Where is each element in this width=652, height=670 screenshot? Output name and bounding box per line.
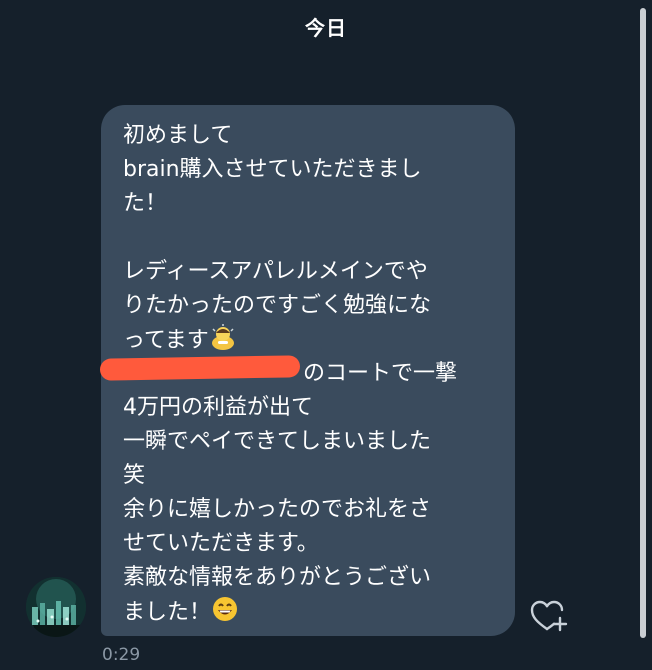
message-line: レディースアパレルメインでや (123, 259, 428, 284)
message-line-text: ました！ (123, 600, 212, 625)
message-line-with-emoji: ました！ (123, 595, 499, 629)
message-line: せていただきます。 (123, 531, 319, 556)
add-reaction-button[interactable] (529, 598, 569, 634)
avatar-image (26, 577, 86, 637)
message-line: 笑 (123, 463, 146, 488)
grinning-face-emoji (211, 595, 239, 634)
message-line: brain購入させていただきまし (123, 157, 422, 182)
message-line: 素敵な情報をありがとうござい (123, 565, 432, 590)
message-line-text: のコートで一撃 (303, 361, 458, 386)
heart-plus-icon (530, 600, 568, 632)
message-row: 初めまして brain購入させていただきまし た！ レディースアパレルメインでや… (0, 0, 652, 670)
message-line: 一瞬でペイできてしまいました (123, 429, 432, 454)
message-line: りたかったのですごく勉強にな (123, 293, 432, 318)
message-timestamp: 0:29 (102, 645, 141, 665)
message-line: 初めまして (123, 123, 233, 148)
dm-conversation-screen: 今日 初めまして brain購入させていただきまし た！ レディースアパレルメイ… (0, 0, 652, 670)
message-line-blank (123, 221, 499, 255)
message-line-with-emoji: ってます (123, 323, 499, 357)
message-line: た！ (123, 191, 168, 216)
avatar[interactable] (26, 577, 86, 637)
message-line: 4万円の利益が出て (123, 395, 313, 420)
message-line: 余りに嬉しかったのでお礼をさ (123, 497, 432, 522)
redaction-mark (99, 355, 301, 381)
message-line-text: ってます (123, 328, 209, 353)
